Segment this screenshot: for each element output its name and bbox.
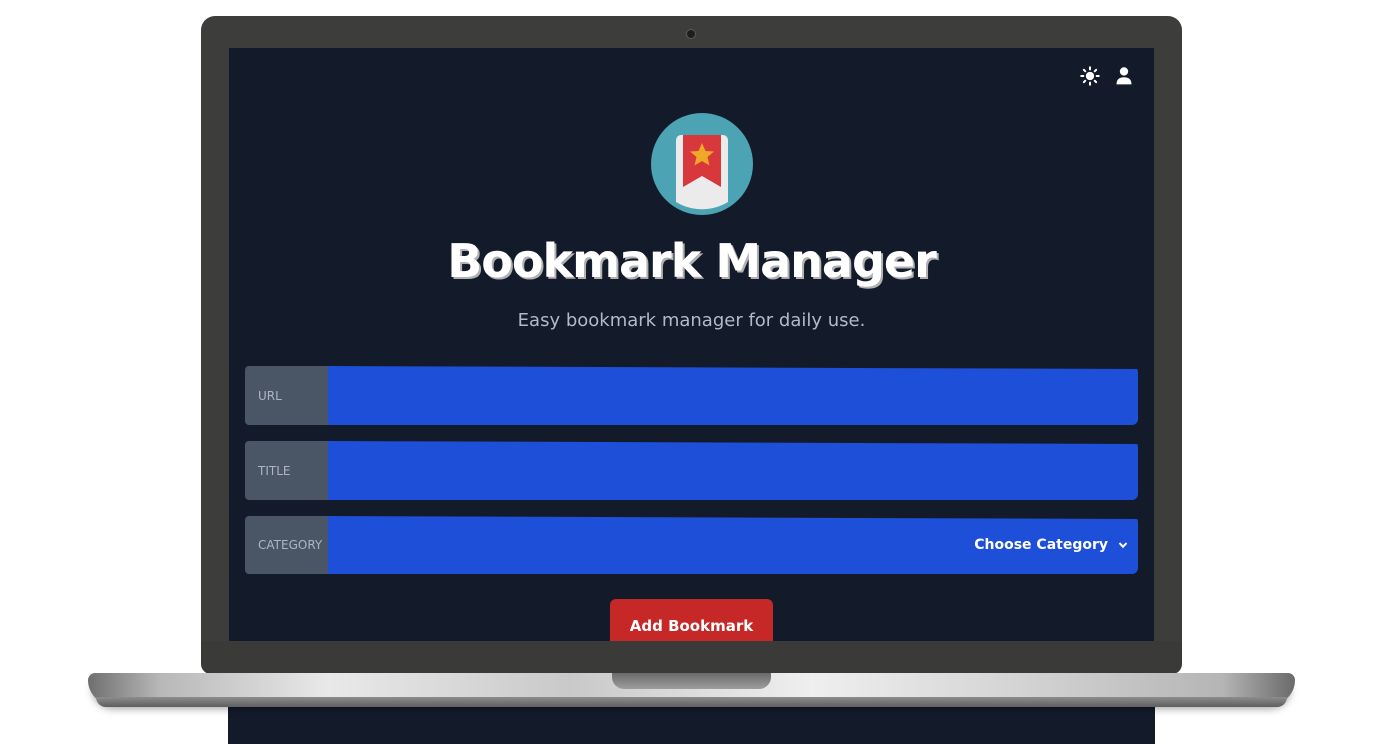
- category-select[interactable]: Choose Category: [328, 516, 1138, 574]
- sun-icon[interactable]: [1080, 66, 1100, 86]
- bookmark-logo-icon: [651, 113, 753, 215]
- laptop-mockup: Bookmark Manager Easy bookmark manager f…: [0, 0, 1382, 744]
- laptop-opening-notch: [612, 673, 771, 689]
- title-field: TITLE: [245, 441, 1138, 500]
- app-screen: Bookmark Manager Easy bookmark manager f…: [229, 48, 1154, 641]
- user-icon[interactable]: [1114, 66, 1134, 86]
- category-label: CATEGORY: [245, 516, 328, 574]
- url-label: URL: [245, 366, 328, 425]
- chevron-down-icon: [1118, 542, 1128, 549]
- add-bookmark-button[interactable]: Add Bookmark: [610, 599, 773, 641]
- webcam: [686, 29, 696, 39]
- app-subtitle: Easy bookmark manager for daily use.: [517, 310, 866, 331]
- title-input[interactable]: [328, 441, 1138, 500]
- app-title: Bookmark Manager: [447, 234, 937, 288]
- url-field: URL: [245, 366, 1138, 425]
- category-field: CATEGORY Choose Category: [245, 516, 1138, 574]
- header-actions: [1080, 66, 1134, 86]
- title-label: TITLE: [245, 441, 328, 500]
- category-selected-value: Choose Category: [974, 537, 1108, 553]
- url-input[interactable]: [328, 366, 1138, 425]
- laptop-base-bottom: [96, 697, 1287, 707]
- laptop-bezel-chin: [201, 641, 1182, 674]
